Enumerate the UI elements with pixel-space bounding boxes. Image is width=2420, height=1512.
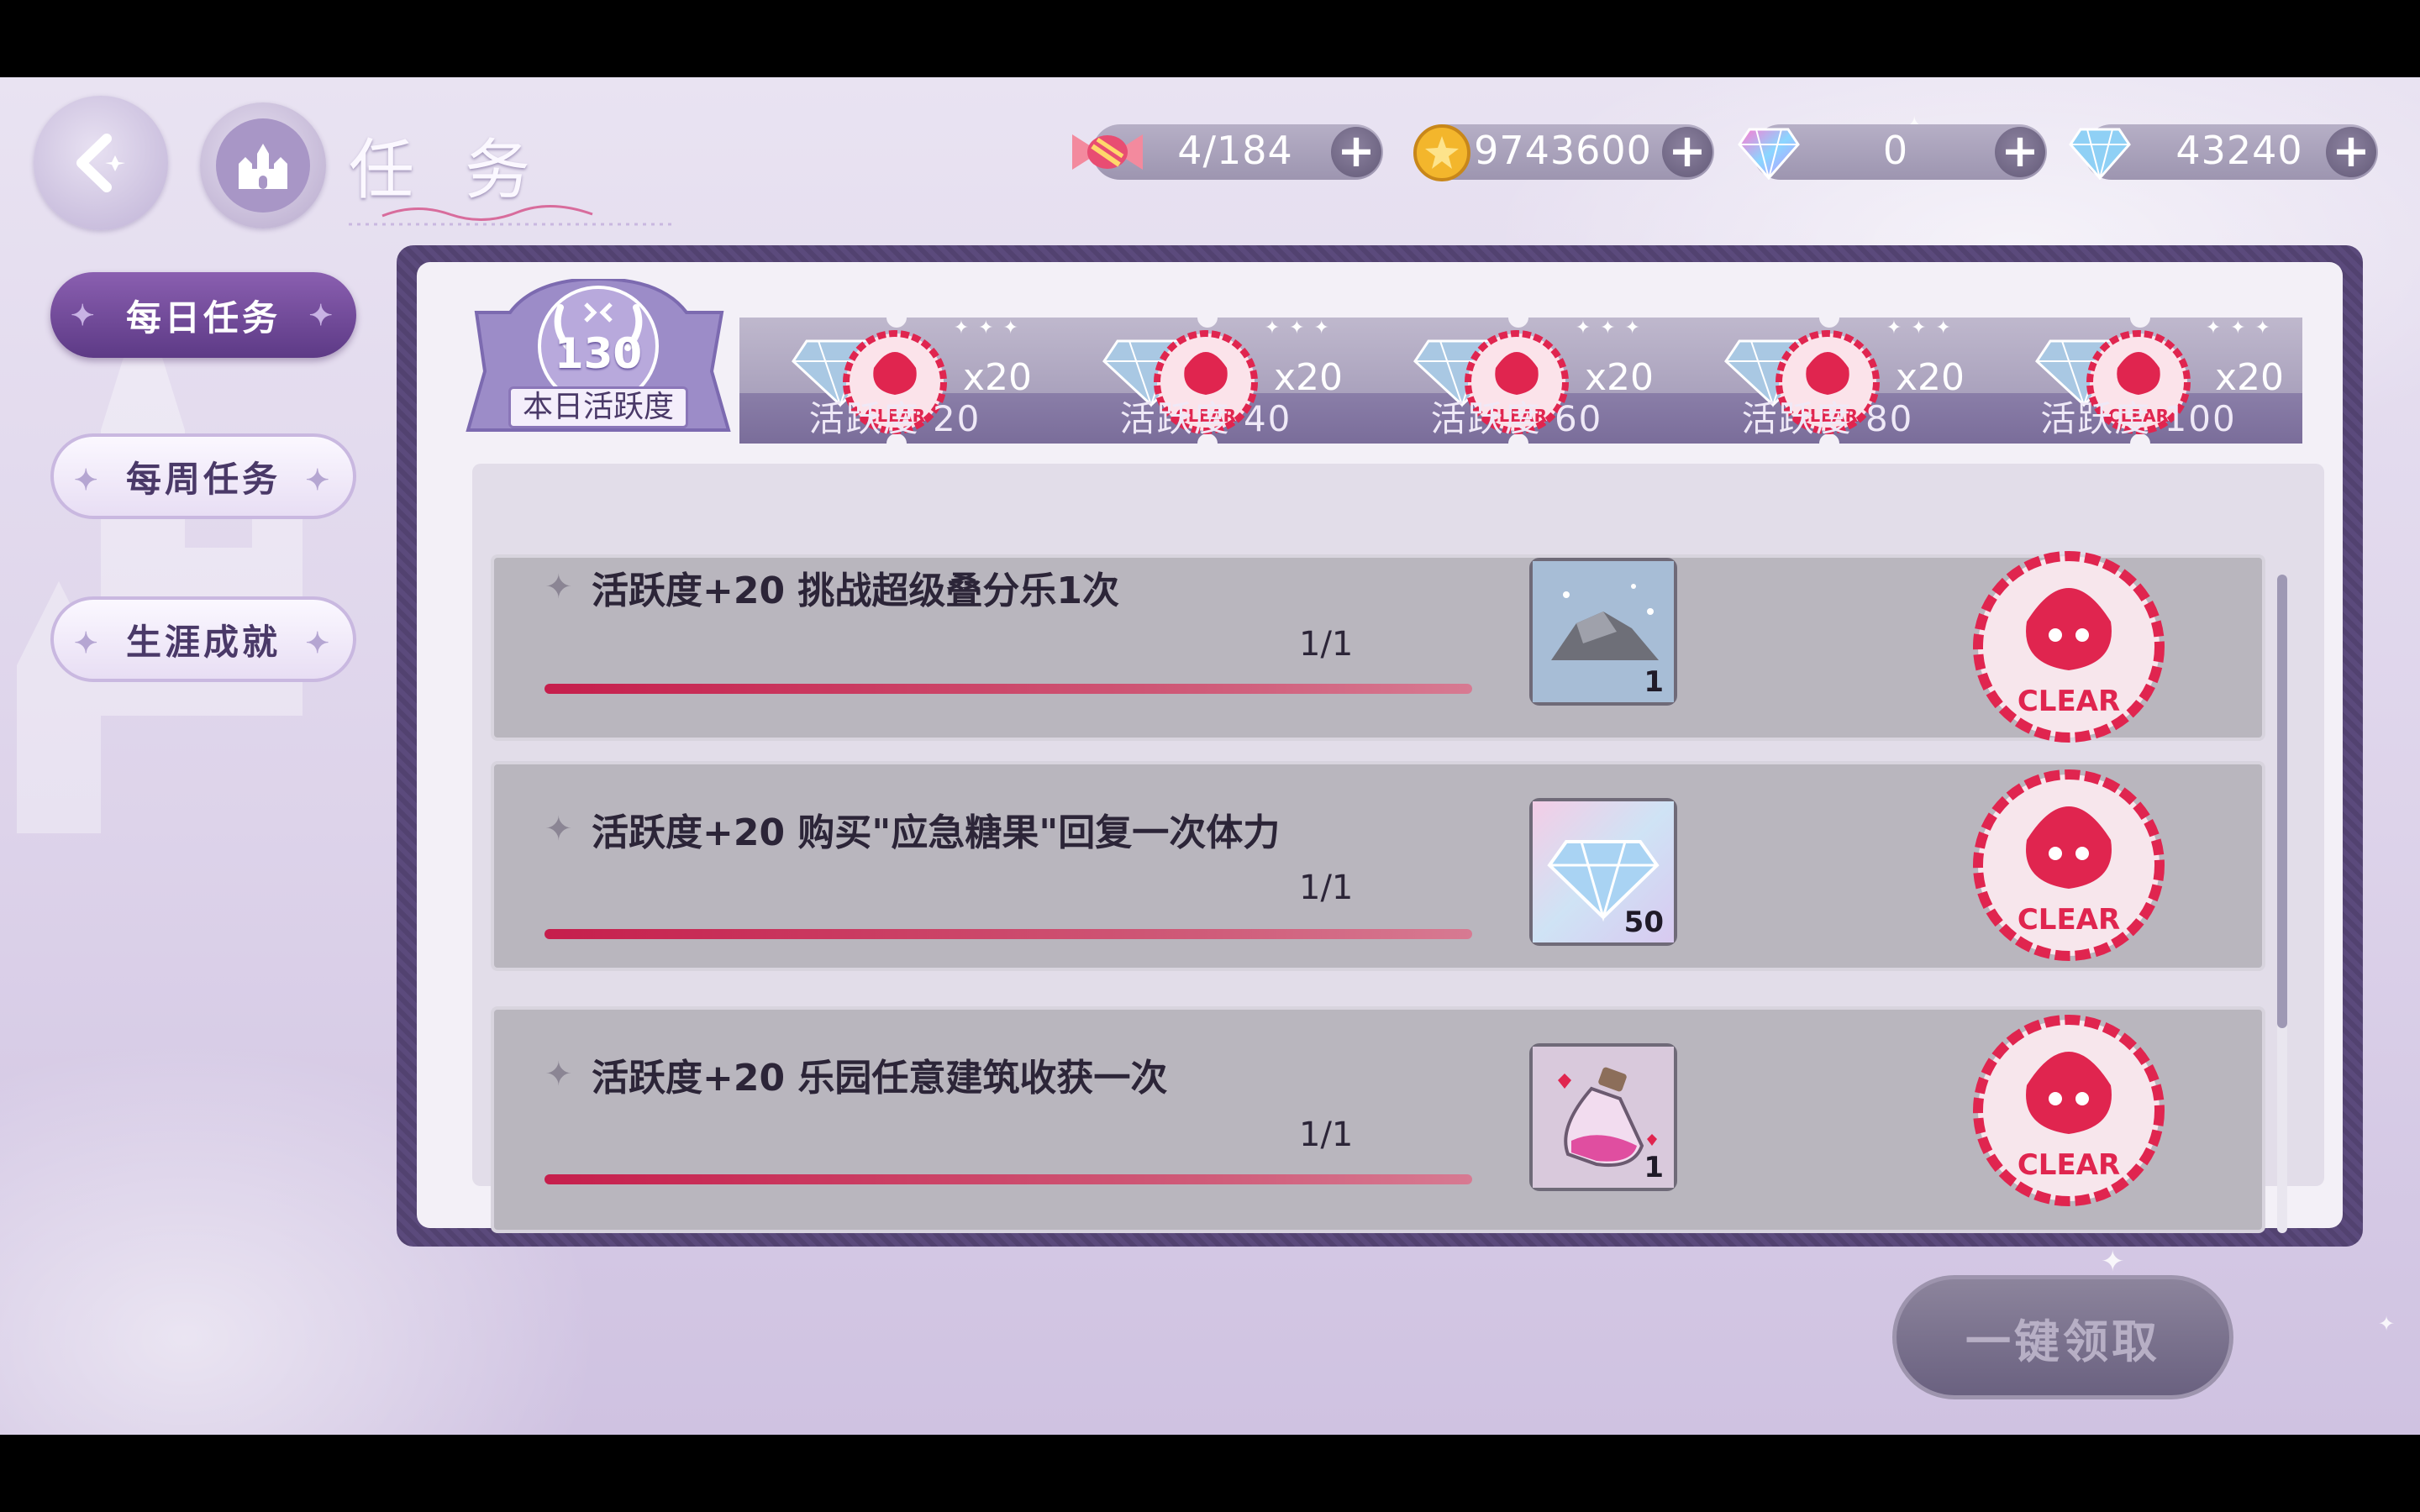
scrollbar-thumb[interactable]	[2277, 575, 2287, 1028]
castle-home-icon	[239, 144, 287, 189]
task-reward-slot[interactable]: 50	[1529, 798, 1677, 946]
star-icon: ✦	[74, 464, 102, 497]
clear-stamp-icon: CLEAR	[1973, 551, 2165, 743]
task-title: 活跃度+20 挑战超级叠分乐1次	[592, 570, 1120, 612]
title-decoration	[349, 205, 676, 226]
milestone-ticket[interactable]: ✦ ✦ ✦ CLEAR x20 活跃度 40	[1050, 307, 1361, 454]
svg-text:CLEAR: CLEAR	[2018, 903, 2120, 937]
claim-all-button[interactable]: 一键领取	[1892, 1275, 2233, 1399]
svg-text:CLEAR: CLEAR	[2018, 685, 2120, 718]
sparkle-icon: ✦	[2378, 1312, 2396, 1336]
star-icon: ✦	[74, 627, 102, 660]
tab-label: 每周任务	[125, 458, 281, 500]
milestone-label: 活跃度 100	[2040, 398, 2237, 439]
add-coin-button[interactable]: +	[1662, 127, 1712, 177]
rainbow-gem-value: 0	[1882, 128, 1909, 173]
daily-activity-badge: 130 本日活跃度	[460, 276, 737, 455]
milestone-label: 活跃度 40	[1119, 398, 1292, 439]
clear-stamp-icon: CLEAR	[1973, 769, 2165, 961]
tab-label: 生涯成就	[125, 621, 281, 663]
star-icon: ✦	[305, 464, 333, 497]
stamina-value: 4/184	[1177, 128, 1293, 173]
sparkle-icon: ✦	[2101, 1245, 2125, 1278]
add-stamina-button[interactable]: +	[1331, 127, 1381, 177]
reward-quantity: 1	[1644, 1151, 1664, 1184]
star-icon: ✦	[544, 1055, 573, 1094]
star-icon: ✦	[544, 810, 573, 848]
star-icon: ✦	[71, 299, 98, 333]
back-arrow-icon	[76, 134, 125, 192]
home-button[interactable]	[200, 102, 326, 228]
milestone-label: 活跃度 80	[1741, 398, 1914, 439]
diamond-icon	[2069, 128, 2131, 180]
coin-value: 9743600	[1474, 128, 1652, 173]
activity-score: 130	[554, 329, 643, 378]
reward-quantity: 50	[1623, 906, 1664, 939]
add-diamond-button[interactable]: +	[2326, 127, 2376, 177]
page-title: 任务	[349, 133, 581, 208]
diamond-value: 43240	[2175, 128, 2303, 173]
milestone-ticket[interactable]: ✦ ✦ ✦ CLEAR x20 活跃度 100	[1983, 307, 2302, 454]
task-title: 活跃度+20 乐园任意建筑收获一次	[592, 1057, 1168, 1100]
milestone-ticket[interactable]: ✦ ✦ ✦ CLEAR x20 活跃度 20	[739, 307, 1050, 454]
task-reward-slot[interactable]: 1	[1529, 558, 1677, 706]
milestone-ticket[interactable]: ✦ ✦ ✦ CLEAR x20 活跃度 60	[1361, 307, 1672, 454]
milestone-ticket[interactable]: ✦ ✦ ✦ CLEAR x20 活跃度 80	[1672, 307, 1983, 454]
reward-quantity: 1	[1644, 665, 1664, 699]
tab-weekly-tasks[interactable]: ✦ 每周任务 ✦	[50, 433, 356, 519]
svg-text:CLEAR: CLEAR	[2018, 1148, 2120, 1182]
task-progress-text: 1/1	[1299, 625, 1354, 664]
tab-daily-tasks[interactable]: ✦ 每日任务 ✦	[50, 272, 356, 358]
star-icon: ✦	[305, 627, 333, 660]
milestone-label: 活跃度 20	[808, 398, 981, 439]
clear-stamp-icon: CLEAR	[1973, 1015, 2165, 1206]
task-reward-slot[interactable]: 1	[1529, 1043, 1677, 1191]
back-button[interactable]	[34, 96, 168, 230]
task-progress-bar	[544, 929, 1472, 939]
activity-label: 本日活跃度	[508, 386, 688, 428]
task-progress-text: 1/1	[1299, 869, 1354, 907]
task-progress-bar	[544, 1174, 1472, 1184]
star-icon: ✦	[544, 568, 573, 606]
task-row: ✦ 活跃度+20 挑战超级叠分乐1次 1/1 1 CLEAR	[491, 551, 2265, 743]
task-row: ✦ 活跃度+20 乐园任意建筑收获一次 1/1 1 CLEAR	[491, 1006, 2265, 1233]
star-icon: ✦	[308, 299, 336, 333]
task-title: 活跃度+20 购买"应急糖果"回复一次体力	[592, 811, 1281, 854]
coin-icon	[1413, 124, 1470, 181]
tab-label: 每日任务	[125, 297, 281, 339]
task-list-scrollbar[interactable]	[2277, 575, 2287, 1233]
task-progress-bar	[544, 684, 1472, 694]
rainbow-gem-icon	[1738, 128, 1800, 180]
task-row: ✦ 活跃度+20 购买"应急糖果"回复一次体力 1/1 50 CLEAR	[491, 761, 2265, 971]
tab-career-achievements[interactable]: ✦ 生涯成就 ✦	[50, 596, 356, 682]
game-screen: ✦ ✦ ✦ 任务 4/184 + 9743600 +	[0, 77, 2420, 1435]
milestone-label: 活跃度 60	[1430, 398, 1603, 439]
task-progress-text: 1/1	[1299, 1116, 1354, 1154]
candy-icon	[1072, 134, 1143, 170]
add-rainbow-gem-button[interactable]: +	[1995, 127, 2045, 177]
